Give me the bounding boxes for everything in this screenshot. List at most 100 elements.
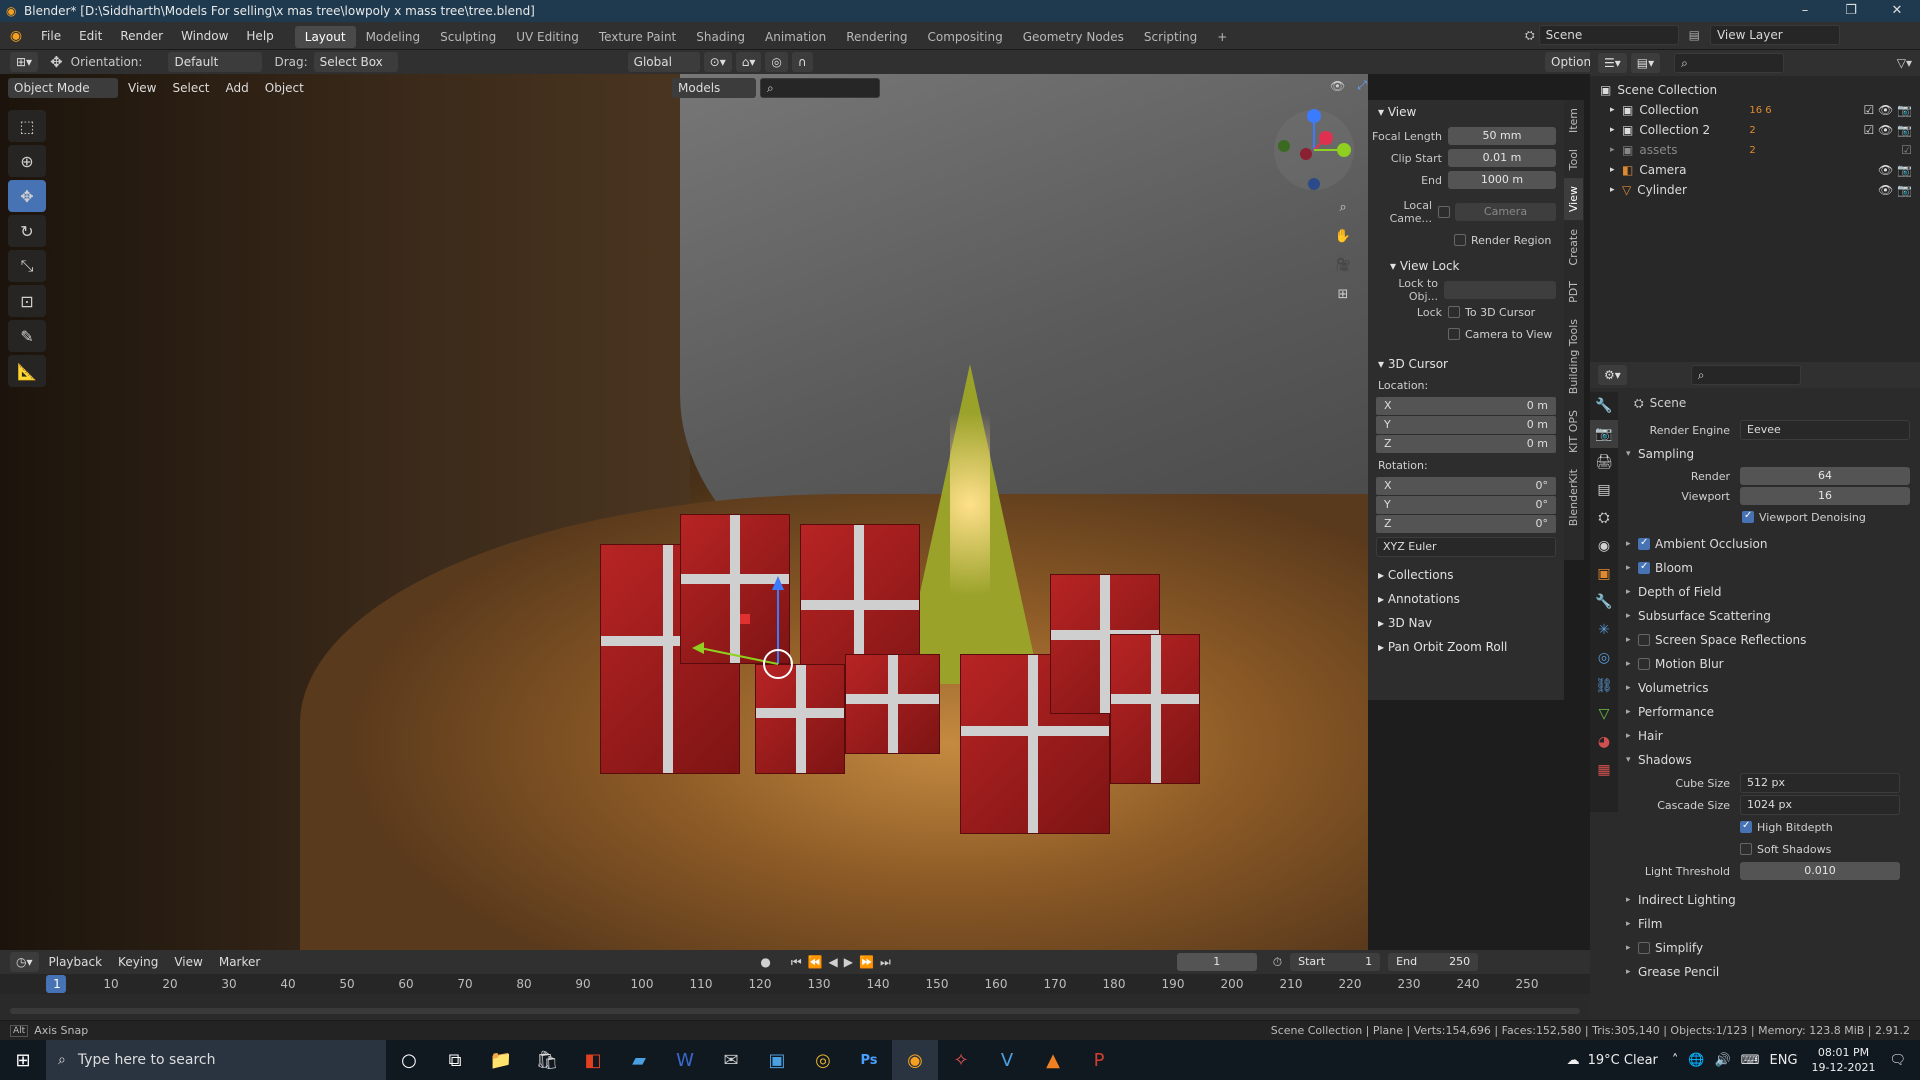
- editor-type-icon[interactable]: ⊞▾: [10, 52, 39, 72]
- playback-menu[interactable]: Playback: [43, 952, 109, 972]
- timeline-ruler[interactable]: 1 10 20 30 40 50 60 70 80 90 100 110 120…: [0, 974, 1590, 994]
- playback-controls-icon[interactable]: ⏮⏪◀▶⏩⏭: [791, 955, 897, 970]
- scene-selector[interactable]: Scene: [1538, 25, 1679, 45]
- 3d-cursor-header[interactable]: ▾ 3D Cursor: [1368, 352, 1564, 376]
- simplify-section[interactable]: ▸ Simplify: [1616, 936, 1920, 960]
- render-engine-dropdown[interactable]: Eevee: [1740, 420, 1910, 440]
- taskbar-search-box[interactable]: ⌕ Type here to search: [46, 1040, 386, 1080]
- indirect-lighting-section[interactable]: ▸ Indirect Lighting: [1616, 888, 1920, 912]
- view-lock-header[interactable]: ▾ View Lock: [1368, 254, 1564, 278]
- blender-taskbar-icon[interactable]: ◉: [892, 1040, 938, 1080]
- app-icon[interactable]: V: [984, 1040, 1030, 1080]
- display-mode-icon[interactable]: ▤▾: [1630, 53, 1661, 73]
- gizmo-toggle-icon[interactable]: ⤢: [1357, 78, 1367, 93]
- cursor-location-y[interactable]: Y0 m: [1376, 416, 1556, 434]
- tab-blenderkit[interactable]: BlenderKit: [1564, 461, 1583, 534]
- tray-chevron-icon[interactable]: ˄: [1672, 1053, 1679, 1068]
- timeline-view-menu[interactable]: View: [168, 952, 208, 972]
- measure-icon[interactable]: 📐: [8, 355, 46, 387]
- object-mode-dropdown[interactable]: Object Mode: [8, 78, 118, 98]
- models-dropdown[interactable]: Models: [672, 78, 756, 98]
- grease-pencil-section[interactable]: ▸ Grease Pencil: [1616, 960, 1920, 984]
- cursor-rotation-x[interactable]: X 0°: [1376, 477, 1556, 495]
- photoshop-icon[interactable]: Ps: [846, 1040, 892, 1080]
- light-threshold-field[interactable]: 0.010: [1740, 862, 1900, 880]
- ambient-occlusion-section[interactable]: ▸Ambient Occlusion: [1616, 532, 1920, 556]
- bloom-section[interactable]: ▸Bloom: [1616, 556, 1920, 580]
- filter-icon[interactable]: ▽▾: [1897, 56, 1912, 70]
- camera-to-view-checkbox[interactable]: [1448, 328, 1460, 340]
- transform-icon[interactable]: ⊡: [8, 285, 46, 317]
- word-icon[interactable]: W: [662, 1040, 708, 1080]
- tab-texture-paint[interactable]: Texture Paint: [589, 26, 686, 48]
- tab-uv-editing[interactable]: UV Editing: [506, 26, 589, 48]
- navigation-gizmo[interactable]: [1272, 108, 1356, 192]
- tab-view[interactable]: View: [1564, 178, 1583, 221]
- world-settings-icon[interactable]: ◉: [1590, 532, 1618, 560]
- tab-animation[interactable]: Animation: [755, 26, 836, 48]
- timeline-scrollbar[interactable]: [10, 1008, 1580, 1014]
- tab-pdt[interactable]: PDT: [1564, 273, 1583, 311]
- menu-help[interactable]: Help: [237, 22, 282, 50]
- focal-length-field[interactable]: 50 mm: [1448, 127, 1556, 145]
- menu-view[interactable]: View: [122, 78, 162, 98]
- tab-shading[interactable]: Shading: [686, 26, 755, 48]
- local-camera-field[interactable]: Camera: [1455, 203, 1556, 221]
- particles-icon[interactable]: ✳: [1590, 616, 1618, 644]
- move-icon[interactable]: ✥: [8, 180, 46, 212]
- keyboard-icon[interactable]: ⌨: [1741, 1053, 1760, 1068]
- local-camera-checkbox[interactable]: [1438, 206, 1450, 218]
- powerpoint-icon[interactable]: P: [1076, 1040, 1122, 1080]
- camera-view-icon[interactable]: 🎥: [1330, 252, 1356, 278]
- transform-orientation-dropdown[interactable]: Global: [627, 52, 700, 72]
- pan-orbit-zoom-roll-section[interactable]: ▸ Pan Orbit Zoom Roll: [1368, 635, 1564, 659]
- maximize-button[interactable]: ❐: [1828, 0, 1874, 22]
- tab-tool[interactable]: Tool: [1564, 141, 1583, 178]
- collections-section[interactable]: ▸ Collections: [1368, 563, 1564, 587]
- zoom-icon[interactable]: ⌕: [1330, 194, 1356, 220]
- transform-gizmo[interactable]: [680, 564, 800, 694]
- screen-space-reflections-section[interactable]: ▸ Screen Space Reflections: [1616, 628, 1920, 652]
- falloff-icon[interactable]: ∩: [791, 52, 813, 72]
- drag-dropdown[interactable]: Select Box: [313, 52, 398, 72]
- properties-editor-icon[interactable]: ⚙▾: [1598, 365, 1627, 385]
- depth-of-field-section[interactable]: ▸ Depth of Field: [1616, 580, 1920, 604]
- scene-collection-row[interactable]: ▣ Scene Collection: [1590, 80, 1920, 100]
- material-icon[interactable]: ◕: [1590, 728, 1618, 756]
- blender-menu-icon[interactable]: ◉: [0, 28, 32, 44]
- tab-item[interactable]: Item: [1564, 100, 1583, 141]
- network-icon[interactable]: 🌐: [1688, 1053, 1704, 1068]
- output-settings-icon[interactable]: 🖨: [1590, 448, 1618, 476]
- outliner-editor-icon[interactable]: ☰▾: [1598, 53, 1627, 73]
- tab-geometry-nodes[interactable]: Geometry Nodes: [1013, 26, 1134, 48]
- high-bitdepth-checkbox[interactable]: [1740, 820, 1752, 833]
- tab-layout[interactable]: Layout: [294, 26, 356, 48]
- file-explorer-icon[interactable]: 📁: [478, 1040, 524, 1080]
- app-icon[interactable]: ▣: [754, 1040, 800, 1080]
- subsurface-scattering-section[interactable]: ▸ Subsurface Scattering: [1616, 604, 1920, 628]
- menu-window[interactable]: Window: [172, 22, 237, 50]
- cortana-icon[interactable]: ○: [386, 1040, 432, 1080]
- 3d-nav-section[interactable]: ▸ 3D Nav: [1368, 611, 1564, 635]
- tab-sculpting[interactable]: Sculpting: [430, 26, 506, 48]
- weather-text[interactable]: 19°C Clear: [1588, 1053, 1658, 1068]
- current-frame-field[interactable]: 1: [1176, 953, 1257, 971]
- outliner-row-assets[interactable]: ▸ ▣ assets 2 ☑: [1590, 140, 1920, 160]
- film-section[interactable]: ▸ Film: [1616, 912, 1920, 936]
- end-frame-field[interactable]: End 250: [1388, 953, 1479, 971]
- annotations-section[interactable]: ▸ Annotations: [1368, 587, 1564, 611]
- menu-edit[interactable]: Edit: [70, 22, 111, 50]
- mail-icon[interactable]: ✉: [708, 1040, 754, 1080]
- properties-search-input[interactable]: ⌕: [1690, 365, 1801, 385]
- close-button[interactable]: ✕: [1874, 0, 1920, 22]
- outliner-row-collection[interactable]: ▸ ▣ Collection 16 6 ☑ 👁 📷: [1590, 100, 1920, 120]
- menu-render[interactable]: Render: [111, 22, 172, 50]
- timeline-editor-icon[interactable]: ◷▾: [10, 952, 39, 972]
- tab-rendering[interactable]: Rendering: [836, 26, 917, 48]
- app-icon[interactable]: ✧: [938, 1040, 984, 1080]
- cursor-location-z[interactable]: Z0 m: [1376, 435, 1556, 453]
- visibility-icon[interactable]: 👁: [1330, 79, 1345, 93]
- office-icon[interactable]: ◧: [570, 1040, 616, 1080]
- cursor-rotation-y[interactable]: Y 0°: [1376, 496, 1556, 514]
- keying-menu[interactable]: Keying: [112, 952, 164, 972]
